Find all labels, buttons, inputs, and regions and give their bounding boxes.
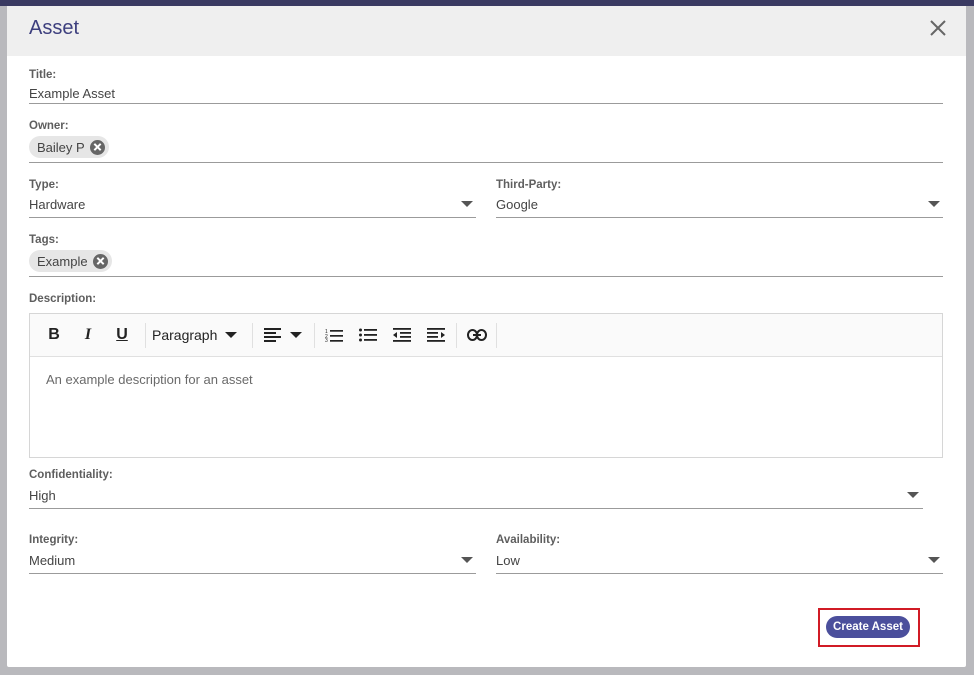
editor-toolbar: B I U Paragraph 1 2 3 [30,314,942,357]
align-left-icon [264,328,281,342]
remove-chip-icon[interactable] [92,253,108,269]
numbered-list-icon[interactable]: 1 2 3 [324,325,344,345]
owner-chip-label: Bailey P [37,139,85,155]
description-editor: B I U Paragraph 1 2 3 An example descrip… [29,313,943,458]
availability-underline [496,573,943,574]
type-underline [29,217,476,218]
confidentiality-select[interactable]: High [29,488,56,503]
toolbar-separator [252,323,253,348]
type-label: Type: [29,179,59,191]
italic-icon[interactable]: I [78,325,98,345]
toolbar-separator [496,323,497,348]
tags-label: Tags: [29,234,59,246]
description-label: Description: [29,293,97,305]
tags-underline [29,276,943,277]
create-asset-button[interactable]: Create Asset [826,616,910,638]
block-format-dropdown[interactable]: Paragraph [152,325,248,345]
toolbar-separator [314,323,315,348]
title-label: Title: [29,69,57,81]
integrity-dropdown-icon[interactable] [461,557,473,563]
link-icon[interactable] [466,325,488,345]
owner-chip: Bailey P [29,136,109,158]
remove-chip-icon[interactable] [89,139,105,155]
toolbar-separator [456,323,457,348]
third-party-dropdown-icon[interactable] [928,201,940,207]
third-party-underline [496,217,943,218]
close-icon[interactable] [928,18,948,38]
bulleted-list-icon[interactable] [358,325,378,345]
align-dropdown[interactable] [264,325,308,345]
modal-header: Asset [7,6,966,56]
availability-label: Availability: [496,534,561,546]
title-input[interactable]: Example Asset [29,86,115,101]
title-underline [29,103,943,104]
asset-modal: Asset Title: Example Asset Owner: Bailey… [7,6,966,667]
tag-chip: Example [29,250,112,272]
modal-title: Asset [29,17,80,39]
tag-chip-label: Example [37,253,88,269]
description-content[interactable]: An example description for an asset [46,372,253,387]
svg-text:3: 3 [325,338,328,342]
integrity-label: Integrity: [29,534,79,546]
confidentiality-underline [29,508,923,509]
chevron-down-icon [290,332,302,338]
outdent-icon[interactable] [392,325,412,345]
underline-icon[interactable]: U [112,325,132,345]
type-select[interactable]: Hardware [29,197,85,212]
third-party-label: Third-Party: [496,179,562,191]
bold-icon[interactable]: B [44,325,64,345]
availability-select[interactable]: Low [496,553,520,568]
chevron-down-icon [225,332,238,338]
owner-underline [29,162,943,163]
confidentiality-dropdown-icon[interactable] [907,492,919,498]
integrity-select[interactable]: Medium [29,553,75,568]
toolbar-separator [145,323,146,348]
block-format-label: Paragraph [152,327,218,343]
indent-icon[interactable] [426,325,446,345]
type-dropdown-icon[interactable] [461,201,473,207]
third-party-select[interactable]: Google [496,197,538,212]
confidentiality-label: Confidentiality: [29,469,113,481]
owner-label: Owner: [29,120,69,132]
availability-dropdown-icon[interactable] [928,557,940,563]
integrity-underline [29,573,476,574]
